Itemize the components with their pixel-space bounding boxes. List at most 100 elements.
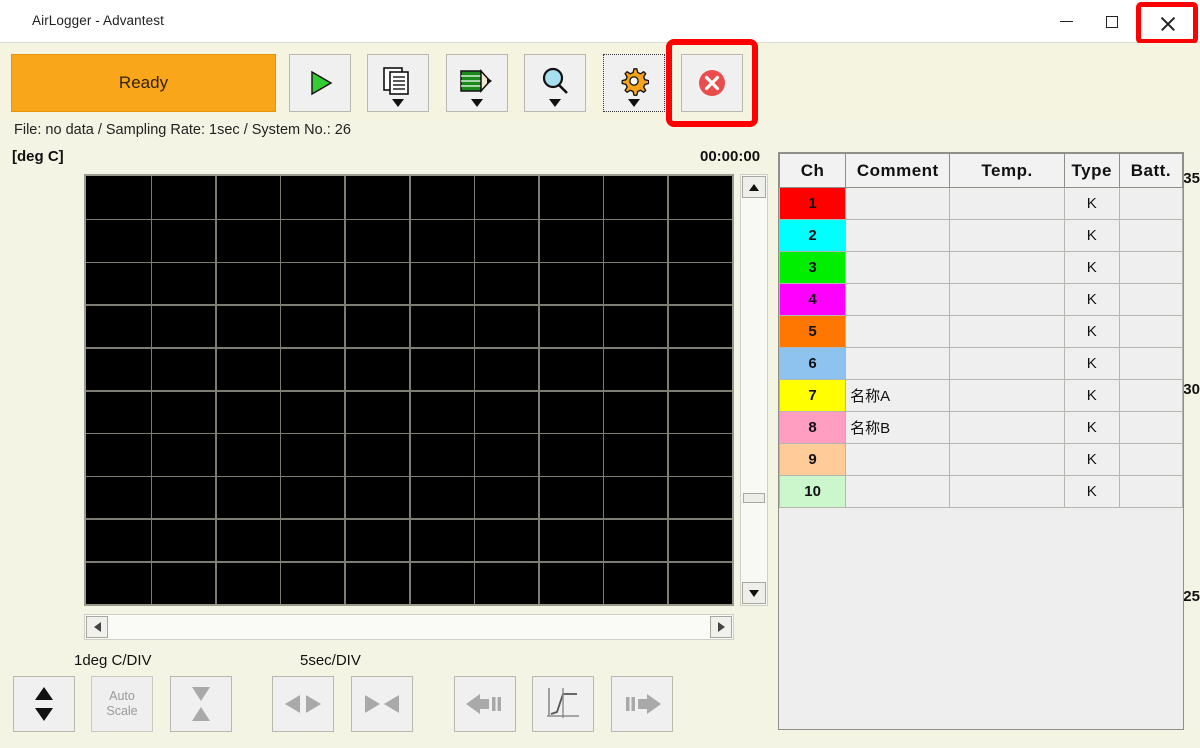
table-row[interactable]: 10 K [778, 475, 1184, 508]
header-ch[interactable]: Ch [778, 153, 847, 188]
channel-type-cell[interactable]: K [1063, 475, 1120, 508]
channel-type-cell[interactable]: K [1063, 219, 1120, 252]
y-zoom-button[interactable] [170, 676, 232, 732]
scroll-forward-button[interactable] [611, 676, 673, 732]
channel-number-cell[interactable]: 5 [778, 315, 847, 348]
channel-comment-cell[interactable]: 名称B [845, 411, 951, 444]
run-button[interactable] [289, 54, 351, 112]
triangle-up-icon [749, 183, 759, 191]
settings-button[interactable] [603, 54, 665, 112]
channel-temp-cell [949, 219, 1065, 252]
grid-line-horizontal [86, 347, 732, 349]
scroll-up-button[interactable] [742, 176, 766, 198]
scroll-back-button[interactable] [454, 676, 516, 732]
table-row[interactable]: 9K [778, 443, 1184, 476]
header-comment[interactable]: Comment [845, 153, 951, 188]
elapsed-time: 00:00:00 [700, 148, 761, 165]
channel-type-cell[interactable]: K [1063, 251, 1120, 284]
channel-temp-cell [949, 315, 1065, 348]
channel-number-cell[interactable]: 7 [778, 379, 847, 412]
chevron-down-icon [471, 99, 483, 107]
channel-number-cell[interactable]: 2 [778, 219, 847, 252]
channel-number-cell[interactable]: 9 [778, 443, 847, 476]
channel-batt-cell [1118, 411, 1184, 444]
channel-comment-cell[interactable] [845, 251, 951, 284]
auto-scale-label-line1: Auto [109, 689, 135, 703]
close-button[interactable] [1136, 2, 1198, 44]
channel-comment-cell[interactable] [845, 475, 951, 508]
header-batt[interactable]: Batt. [1118, 153, 1184, 188]
channel-batt-cell [1118, 443, 1184, 476]
window-title: AirLogger - Advantest [32, 13, 164, 28]
auto-scale-button[interactable]: Auto Scale [91, 676, 153, 732]
graph-plot-area[interactable] [84, 174, 734, 606]
scroll-left-button[interactable] [86, 616, 108, 638]
triangle-down-icon [749, 589, 759, 597]
table-row[interactable]: 6K [778, 347, 1184, 380]
channel-type-cell[interactable]: K [1063, 283, 1120, 316]
channel-type-cell[interactable]: K [1063, 315, 1120, 348]
grid-line-horizontal [86, 475, 732, 478]
channel-number-cell[interactable]: 6 [778, 347, 847, 380]
channel-temp-cell [949, 475, 1065, 508]
channel-number-cell[interactable]: 8 [778, 411, 847, 444]
maximize-button[interactable] [1089, 0, 1135, 43]
auto-scale-label-line2: Scale [106, 704, 138, 718]
chevron-down-icon [549, 99, 561, 107]
channel-comment-cell[interactable] [845, 187, 951, 220]
cursor-button[interactable] [532, 676, 594, 732]
minimize-button[interactable] [1043, 0, 1089, 43]
channel-type-cell[interactable]: K [1063, 443, 1120, 476]
channel-type-cell[interactable]: K [1063, 379, 1120, 412]
table-row[interactable]: 1K [778, 187, 1184, 220]
scroll-right-button[interactable] [710, 616, 732, 638]
maximize-icon [1106, 15, 1118, 28]
y-scale-button[interactable] [13, 676, 75, 732]
graph-horizontal-scrollbar[interactable] [84, 614, 734, 640]
table-row[interactable]: 2K [778, 219, 1184, 252]
channel-comment-cell[interactable] [845, 347, 951, 380]
table-header-row: Ch Comment Temp. Type Batt. [778, 153, 1184, 188]
channel-type-cell[interactable]: K [1063, 347, 1120, 380]
channel-table-panel: Ch Comment Temp. Type Batt. 1K2K3K4K5K6K… [778, 152, 1184, 730]
play-triangle-icon [311, 70, 333, 96]
channel-comment-cell[interactable] [845, 443, 951, 476]
channel-number-cell[interactable]: 4 [778, 283, 847, 316]
table-row[interactable]: 5K [778, 315, 1184, 348]
channel-comment-cell[interactable] [845, 219, 951, 252]
graph-vertical-scrollbar[interactable] [740, 174, 768, 606]
edit-button[interactable] [446, 54, 508, 112]
stop-button[interactable] [681, 54, 743, 112]
vertical-scroll-thumb[interactable] [743, 493, 765, 503]
status-line: File: no data / Sampling Rate: 1sec / Sy… [14, 122, 351, 138]
header-type[interactable]: Type [1063, 153, 1120, 188]
channel-batt-cell [1118, 347, 1184, 380]
channel-number-cell[interactable]: 10 [778, 475, 847, 508]
file-button[interactable] [367, 54, 429, 112]
table-row[interactable]: 7 名称A K [778, 379, 1184, 412]
status-badge[interactable]: Ready [11, 54, 276, 112]
channel-temp-cell [949, 411, 1065, 444]
table-row[interactable]: 4K [778, 283, 1184, 316]
channel-comment-cell[interactable] [845, 315, 951, 348]
x-compress-button[interactable] [351, 676, 413, 732]
channel-type-cell[interactable]: K [1063, 187, 1120, 220]
magnifier-icon [542, 67, 568, 94]
zoom-button[interactable] [524, 54, 586, 112]
header-temp[interactable]: Temp. [949, 153, 1065, 188]
channel-type-cell[interactable]: K [1063, 411, 1120, 444]
channel-batt-cell [1118, 251, 1184, 284]
table-row[interactable]: 3K [778, 251, 1184, 284]
y-axis-unit-label: [deg C] [12, 148, 64, 165]
channel-comment-cell[interactable]: 名称A [845, 379, 951, 412]
channel-number-cell[interactable]: 3 [778, 251, 847, 284]
channel-batt-cell [1118, 187, 1184, 220]
channel-number-cell[interactable]: 1 [778, 187, 847, 220]
chevron-down-icon [628, 99, 640, 107]
scroll-down-button[interactable] [742, 582, 766, 604]
x-per-div-label: 5sec/DIV [300, 652, 361, 669]
channel-comment-cell[interactable] [845, 283, 951, 316]
x-expand-button[interactable] [272, 676, 334, 732]
table-row[interactable]: 8 名称B K [778, 411, 1184, 444]
grid-line-horizontal [86, 218, 732, 221]
